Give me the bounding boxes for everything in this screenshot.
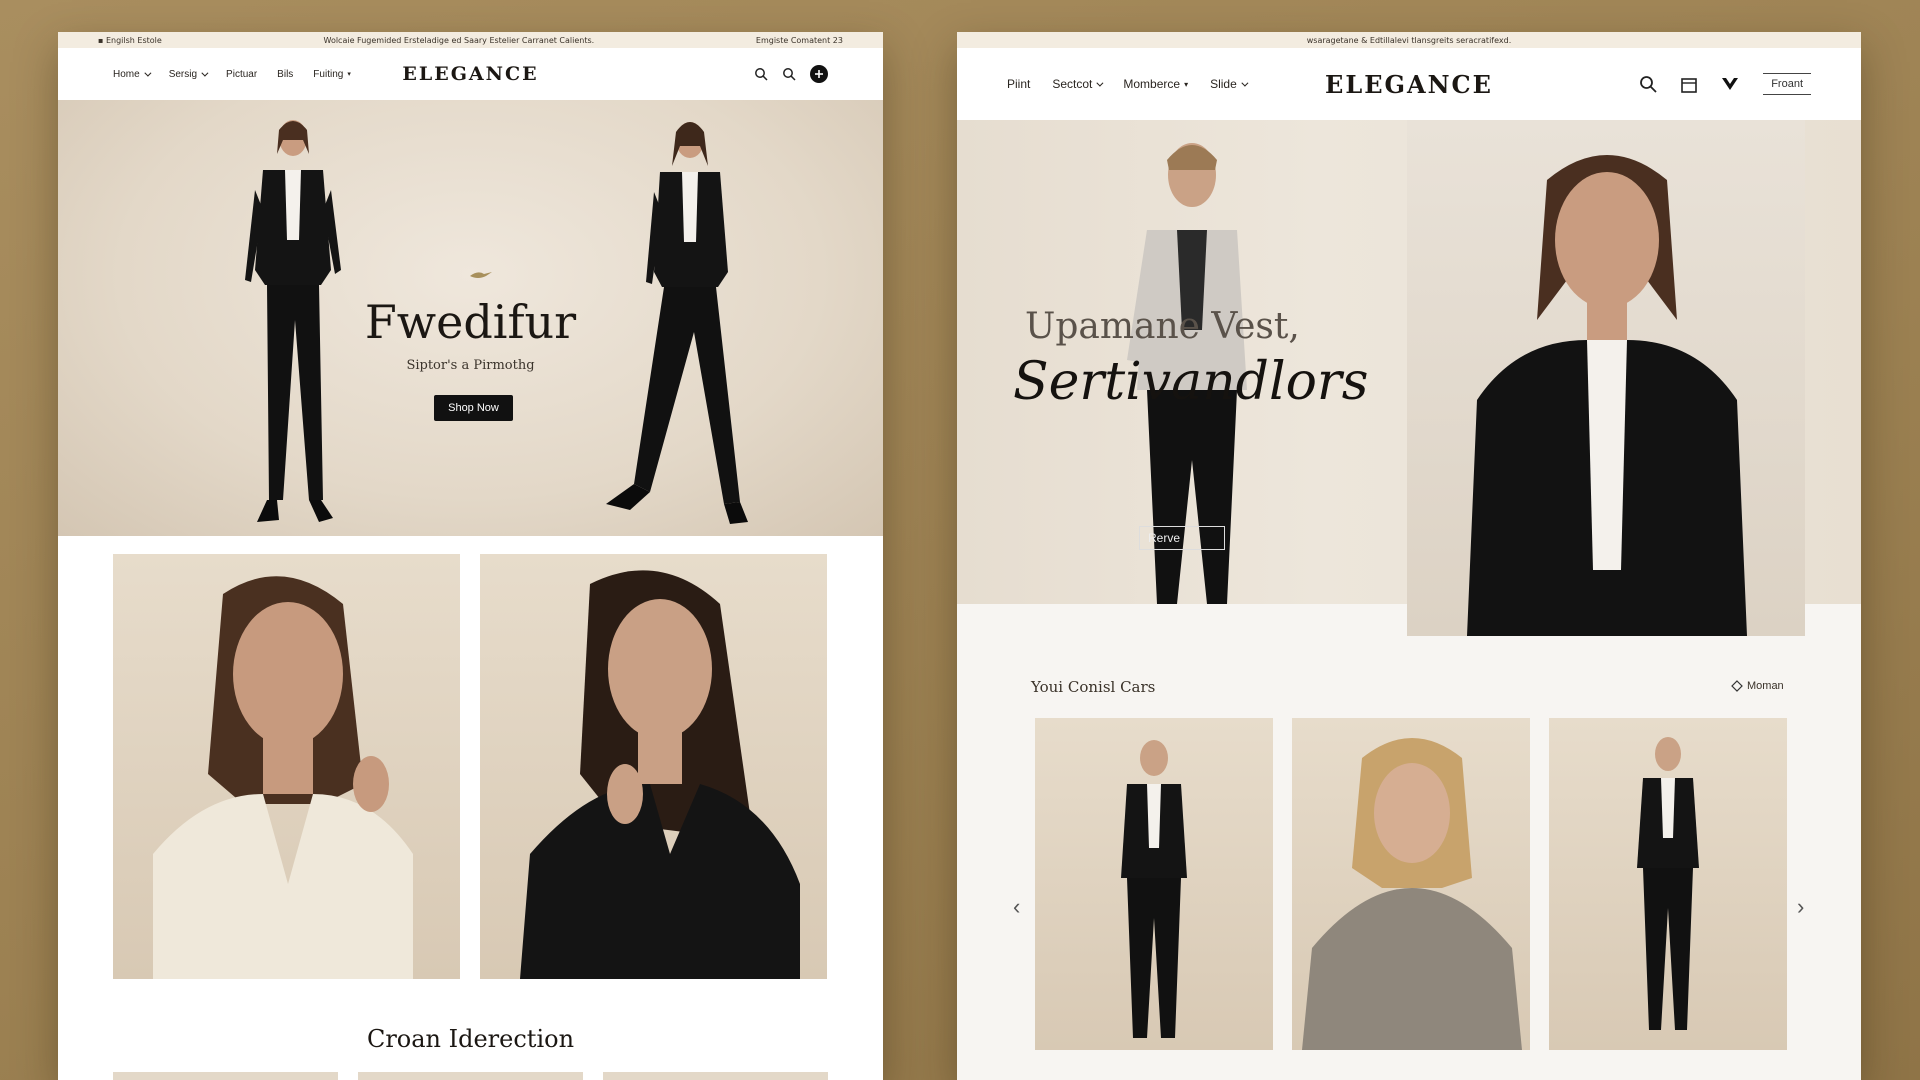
- nav-item-pictuar[interactable]: Pictuar: [226, 69, 257, 80]
- decorative-bird-icon: [470, 272, 492, 278]
- nav-label: Fuiting: [313, 68, 344, 80]
- carousel-card[interactable]: [1035, 718, 1273, 1050]
- chevron-down-icon: [1096, 79, 1104, 87]
- portrait-illustration: [520, 570, 800, 979]
- search-icon[interactable]: [782, 67, 796, 81]
- nav-item-piint[interactable]: Piint: [1007, 77, 1030, 91]
- product-thumb[interactable]: [113, 1072, 338, 1080]
- heart-icon[interactable]: [1721, 76, 1739, 92]
- chevron-down-icon: [1241, 79, 1249, 87]
- model-illustration: [1121, 740, 1187, 1038]
- search-icon[interactable]: [754, 67, 768, 81]
- announcement-left: ▪ Engilsh Estole: [98, 35, 162, 45]
- left-site-window: ▪ Engilsh Estole Wolcaie Fugemided Erste…: [58, 32, 883, 1080]
- chevron-down-icon: [201, 69, 209, 77]
- hero-title-line2: Sertivandlors: [1013, 352, 1369, 412]
- caret-icon: ▾: [1184, 79, 1189, 89]
- nav-item-sersig[interactable]: Sersig: [168, 68, 209, 80]
- reserve-button[interactable]: Rerve: [1139, 526, 1225, 550]
- nav-label: Home: [113, 68, 140, 80]
- top-nav: Piint Sectcot Momberce ▾ Slide ELEGANCE F…: [957, 48, 1861, 120]
- hero-title-line1: Upamane Vest,: [1025, 306, 1300, 347]
- plus-circle-icon[interactable]: [810, 65, 828, 83]
- announcement-bar: wsaragetane & Edtillalevi tlansgreits se…: [957, 32, 1861, 48]
- nav-links: Piint Sectcot Momberce ▾ Slide: [1007, 77, 1249, 91]
- carousel-more-label: Moman: [1747, 680, 1784, 692]
- model-illustration: [1637, 737, 1699, 1030]
- tag-icon: [1731, 680, 1743, 692]
- carousel-card[interactable]: [1549, 718, 1787, 1050]
- caret-icon: ▾: [347, 71, 351, 78]
- front-button[interactable]: Froant: [1763, 73, 1811, 95]
- carousel-title: Youi Conisl Cars: [1031, 678, 1156, 696]
- model-illustration: [1302, 738, 1522, 1050]
- top-nav: Home Sersig Pictuar Bils Fuiting ▾ ELEGAN…: [58, 48, 883, 100]
- product-thumb[interactable]: [358, 1072, 583, 1080]
- portrait-photo-ivory[interactable]: [113, 554, 460, 979]
- nav-item-bils[interactable]: Bils: [277, 69, 293, 80]
- nav-item-home[interactable]: Home: [113, 68, 152, 80]
- nav-label: Momberce: [1123, 77, 1181, 91]
- nav-label: Slide: [1210, 77, 1237, 91]
- product-thumb[interactable]: [603, 1072, 828, 1080]
- nav-item-slide[interactable]: Slide: [1210, 77, 1249, 91]
- carousel-prev-arrow[interactable]: ‹: [1013, 894, 1020, 920]
- site-logo[interactable]: ELEGANCE: [402, 63, 538, 85]
- model-illustration: [1467, 155, 1747, 636]
- nav-label: Sectcot: [1052, 77, 1093, 91]
- hero-banner: Fwedifur Siptor's a Pirmothg Shop Now: [58, 100, 883, 536]
- bag-icon[interactable]: [1681, 75, 1698, 93]
- hero-banner: Upamane Vest, Sertivandlors: [957, 120, 1861, 636]
- site-logo[interactable]: ELEGANCE: [1325, 70, 1493, 99]
- announcement-right: Emgiste Comatent 23: [755, 35, 843, 45]
- carousel-next-arrow[interactable]: ›: [1797, 894, 1804, 920]
- right-site-window: wsaragetane & Edtillalevi tlansgreits se…: [957, 32, 1861, 1080]
- nav-links: Home Sersig Pictuar Bils Fuiting ▾: [113, 69, 351, 80]
- carousel-more-link[interactable]: Moman: [1731, 680, 1784, 692]
- featured-model-photo[interactable]: [1407, 120, 1805, 636]
- section-title: Croan Iderection: [366, 1025, 575, 1053]
- announcement-bar: ▪ Engilsh Estole Wolcaie Fugemided Erste…: [58, 32, 883, 48]
- chevron-down-icon: [144, 69, 152, 77]
- portrait-photo-black[interactable]: [480, 554, 827, 979]
- nav-item-momberce[interactable]: Momberce ▾: [1123, 77, 1188, 91]
- announcement-text: wsaragetane & Edtillalevi tlansgreits se…: [1306, 35, 1512, 45]
- shop-now-button[interactable]: Shop Now: [434, 395, 513, 421]
- search-icon[interactable]: [1639, 75, 1657, 93]
- nav-icons: [754, 65, 828, 83]
- nav-icons: Froant: [1639, 73, 1811, 95]
- nav-label: Sersig: [168, 68, 198, 80]
- nav-item-fuiting[interactable]: Fuiting ▾: [313, 69, 351, 80]
- carousel-card[interactable]: [1292, 718, 1530, 1050]
- portrait-illustration: [153, 576, 413, 979]
- nav-label: Piint: [1007, 77, 1031, 91]
- nav-label: Bils: [277, 68, 294, 80]
- nav-label: Pictuar: [226, 68, 258, 80]
- announcement-center: Wolcaie Fugemided Ersteladige ed Saary E…: [323, 35, 595, 45]
- nav-item-sectcot[interactable]: Sectcot: [1052, 77, 1104, 91]
- hero-title: Fwedifur: [364, 295, 577, 349]
- hero-subtitle: Siptor's a Pirmothg: [406, 358, 535, 373]
